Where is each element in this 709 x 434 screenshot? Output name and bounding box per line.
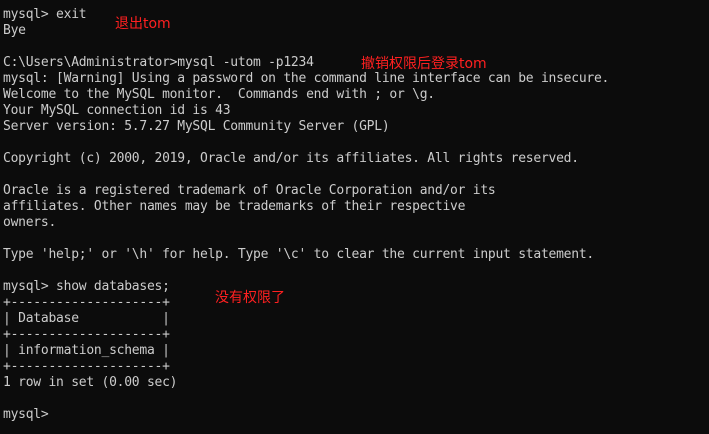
- table-border: +--------------------+: [3, 327, 170, 342]
- command-prompt[interactable]: mysql>: [3, 407, 49, 423]
- annotation-login: 撤销权限后登录tom: [361, 56, 487, 72]
- terminal-line: Server version: 5.7.27 MySQL Community S…: [3, 119, 390, 134]
- terminal-line: mysql> show databases;: [3, 279, 170, 294]
- table-border: +--------------------+: [3, 359, 170, 374]
- table-row: | information_schema |: [3, 343, 170, 358]
- terminal-line: Copyright (c) 2000, 2019, Oracle and/or …: [3, 151, 579, 166]
- terminal-line: affiliates. Other names may be trademark…: [3, 199, 466, 214]
- terminal-window[interactable]: mysql> exit Bye C:\Users\Administrator>m…: [0, 0, 709, 434]
- table-border: +--------------------+: [3, 295, 170, 310]
- annotation-exit: 退出tom: [115, 16, 171, 32]
- annotation-no-privilege: 没有权限了: [215, 290, 285, 306]
- terminal-line: Your MySQL connection id is 43: [3, 103, 231, 118]
- terminal-line: Bye: [3, 23, 26, 38]
- terminal-line: mysql: [Warning] Using a password on the…: [3, 71, 610, 86]
- terminal-line: 1 row in set (0.00 sec): [3, 375, 178, 390]
- terminal-line: Type 'help;' or '\h' for help. Type '\c'…: [3, 247, 594, 262]
- table-header: | Database |: [3, 311, 170, 326]
- terminal-line: owners.: [3, 215, 57, 230]
- terminal-line: Welcome to the MySQL monitor. Commands e…: [3, 87, 435, 102]
- terminal-line: C:\Users\Administrator>mysql -utom -p123…: [3, 55, 314, 70]
- terminal-line: Oracle is a registered trademark of Orac…: [3, 183, 496, 198]
- terminal-line: mysql> exit: [3, 7, 87, 22]
